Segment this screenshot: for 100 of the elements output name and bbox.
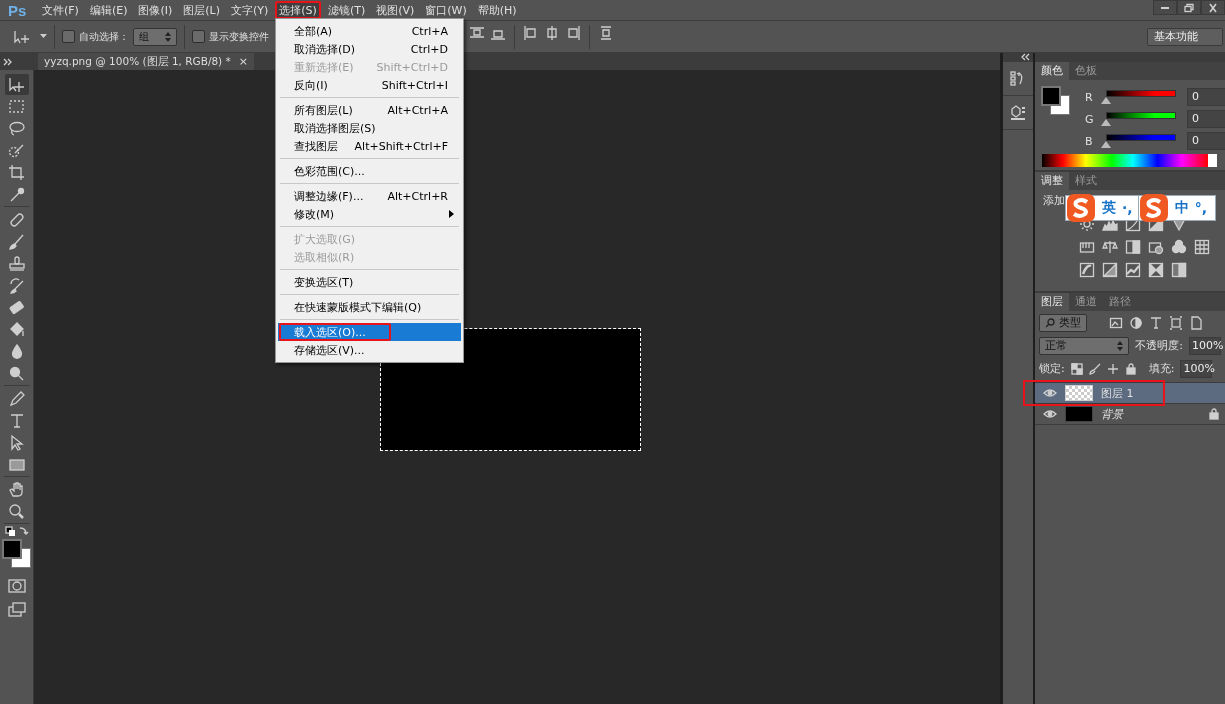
slider-thumb[interactable]: [1101, 119, 1111, 126]
panel-tab[interactable]: 通道: [1069, 293, 1103, 311]
color-swatches[interactable]: [1041, 86, 1071, 116]
fill-label: 填充:: [1148, 361, 1175, 376]
menu-item[interactable]: 查找图层 Alt+Shift+Ctrl+F: [278, 137, 461, 155]
menu-item[interactable]: 图层(L): [179, 1, 224, 19]
document-tab[interactable]: yyzq.png @ 100% (图层 1, RGB/8) * ×: [38, 53, 254, 70]
menu-item[interactable]: 帮助(H): [473, 1, 521, 19]
menu-item[interactable]: 在快速蒙版模式下编辑(Q): [278, 298, 461, 316]
updown-icon: [165, 31, 171, 42]
punctuation-mode-text[interactable]: ·,: [1122, 200, 1133, 216]
submenu-arrow-icon: [449, 210, 454, 218]
panel-tab[interactable]: 图层: [1035, 293, 1069, 311]
layer-name: 图层 1: [1101, 385, 1134, 401]
caret-icon: [40, 34, 47, 39]
adjustment-icon: [1079, 262, 1095, 278]
document-title: yyzq.png @ 100% (图层 1, RGB/8) *: [44, 54, 231, 69]
layer-row[interactable]: 图层 1: [1035, 383, 1225, 404]
adjustment-filter-icon: [1129, 315, 1143, 330]
menu-item[interactable]: 文件(F): [38, 1, 83, 19]
align-icon: [469, 24, 485, 41]
menu-item[interactable]: 取消选择(D) Ctrl+D: [278, 40, 461, 58]
menu-item[interactable]: 滤镜(T): [323, 1, 370, 19]
fill-field[interactable]: 100%: [1180, 359, 1213, 378]
distribute-icon: [544, 24, 560, 41]
panel-tab[interactable]: 色板: [1069, 62, 1103, 80]
checkbox-label: 自动选择：: [79, 29, 129, 44]
updown-icon: [1117, 340, 1124, 351]
minimize-icon: [1161, 6, 1169, 9]
tab-close-button[interactable]: ×: [238, 55, 248, 68]
layer-row[interactable]: 背景: [1035, 404, 1225, 425]
adjustment-icon: [1102, 262, 1118, 278]
channel-value-field[interactable]: 0: [1187, 88, 1225, 106]
minimize-button[interactable]: [1153, 0, 1177, 15]
lock-move-icon: [1106, 362, 1119, 375]
adjustment-icon: [1102, 239, 1118, 255]
filter-dropdown[interactable]: 类型: [1039, 313, 1087, 332]
input-mode-text[interactable]: 英: [1102, 199, 1116, 217]
restore-icon: [1183, 2, 1195, 13]
menu-item[interactable]: 载入选区(O)...: [278, 323, 461, 341]
menu-item[interactable]: 取消选择图层(S): [278, 119, 461, 137]
close-button[interactable]: [1201, 0, 1225, 15]
eye-icon: [1043, 388, 1057, 398]
smart-object-filter-icon: [1189, 315, 1203, 330]
crop-icon: [6, 162, 27, 183]
slider-thumb[interactable]: [1101, 97, 1111, 104]
menu-item[interactable]: 文字(Y): [227, 1, 273, 19]
menu-item[interactable]: 窗口(W): [421, 1, 471, 19]
opacity-field[interactable]: 100%: [1189, 336, 1221, 355]
menu-item[interactable]: 图像(I): [134, 1, 177, 19]
distribute-icon: [523, 24, 539, 41]
menu-item[interactable]: 修改(M): [278, 205, 461, 223]
opacity-label: 不透明度:: [1135, 338, 1183, 353]
workspace-dropdown[interactable]: 基本功能: [1147, 27, 1223, 46]
expand-icon: [3, 57, 13, 66]
input-mode-text[interactable]: 中: [1174, 199, 1189, 217]
color-swatches[interactable]: [1, 539, 32, 569]
blend-mode-dropdown[interactable]: 正常: [1039, 336, 1130, 355]
menu-item[interactable]: 存储选区(V)...: [278, 341, 461, 359]
lock-label: 锁定:: [1039, 361, 1065, 376]
menu-item[interactable]: 编辑(E): [85, 1, 132, 19]
menu-item[interactable]: 所有图层(L) Alt+Ctrl+A: [278, 101, 461, 119]
adjustment-icon: [1194, 239, 1210, 255]
adjustment-icon: [1148, 239, 1164, 255]
punctuation-mode-text[interactable]: °,: [1194, 200, 1207, 216]
menu-item[interactable]: 色彩范围(C)...: [278, 162, 461, 180]
lock-icon: [1124, 362, 1137, 375]
restore-button[interactable]: [1177, 0, 1201, 15]
panel-tab[interactable]: 颜色: [1035, 62, 1069, 80]
channel-value-field[interactable]: 0: [1187, 132, 1225, 150]
lock-pixels-icon: [1070, 362, 1083, 375]
panel-tab[interactable]: 样式: [1069, 172, 1103, 190]
checkbox-label: 显示变换控件: [209, 29, 269, 44]
target-dropdown[interactable]: 组: [133, 27, 177, 46]
close-icon: [1207, 2, 1219, 13]
eye-icon: [1043, 409, 1057, 419]
color-spectrum[interactable]: [1042, 154, 1217, 167]
menu-item[interactable]: 选择(S): [275, 1, 321, 19]
panel-tab[interactable]: 路径: [1103, 293, 1137, 311]
collapse-icon: [1021, 53, 1031, 61]
adjustment-icon: [1171, 262, 1187, 278]
swap-colors-icon: [3, 525, 30, 539]
distribute-icon: [598, 24, 614, 41]
checkbox[interactable]: [192, 30, 205, 43]
layer-name: 背景: [1101, 406, 1123, 422]
distribute-icon: [565, 24, 581, 41]
search-icon: [1045, 317, 1055, 328]
menu-item[interactable]: 反向(I) Shift+Ctrl+I: [278, 76, 461, 94]
menu-item[interactable]: 视图(V): [372, 1, 419, 19]
adjustment-icon: [1125, 239, 1141, 255]
menu-item[interactable]: 调整边缘(F)... Alt+Ctrl+R: [278, 187, 461, 205]
panel-tab[interactable]: 调整: [1035, 172, 1069, 190]
image-filter-icon: [1109, 315, 1123, 330]
stamp-icon: [6, 253, 27, 274]
channel-value-field[interactable]: 0: [1187, 110, 1225, 128]
adjustment-icon: [1148, 262, 1164, 278]
menu-item[interactable]: 变换选区(T): [278, 273, 461, 291]
menu-item[interactable]: 全部(A) Ctrl+A: [278, 22, 461, 40]
checkbox[interactable]: [62, 30, 75, 43]
add-adjustment-label: 添加: [1043, 194, 1065, 207]
